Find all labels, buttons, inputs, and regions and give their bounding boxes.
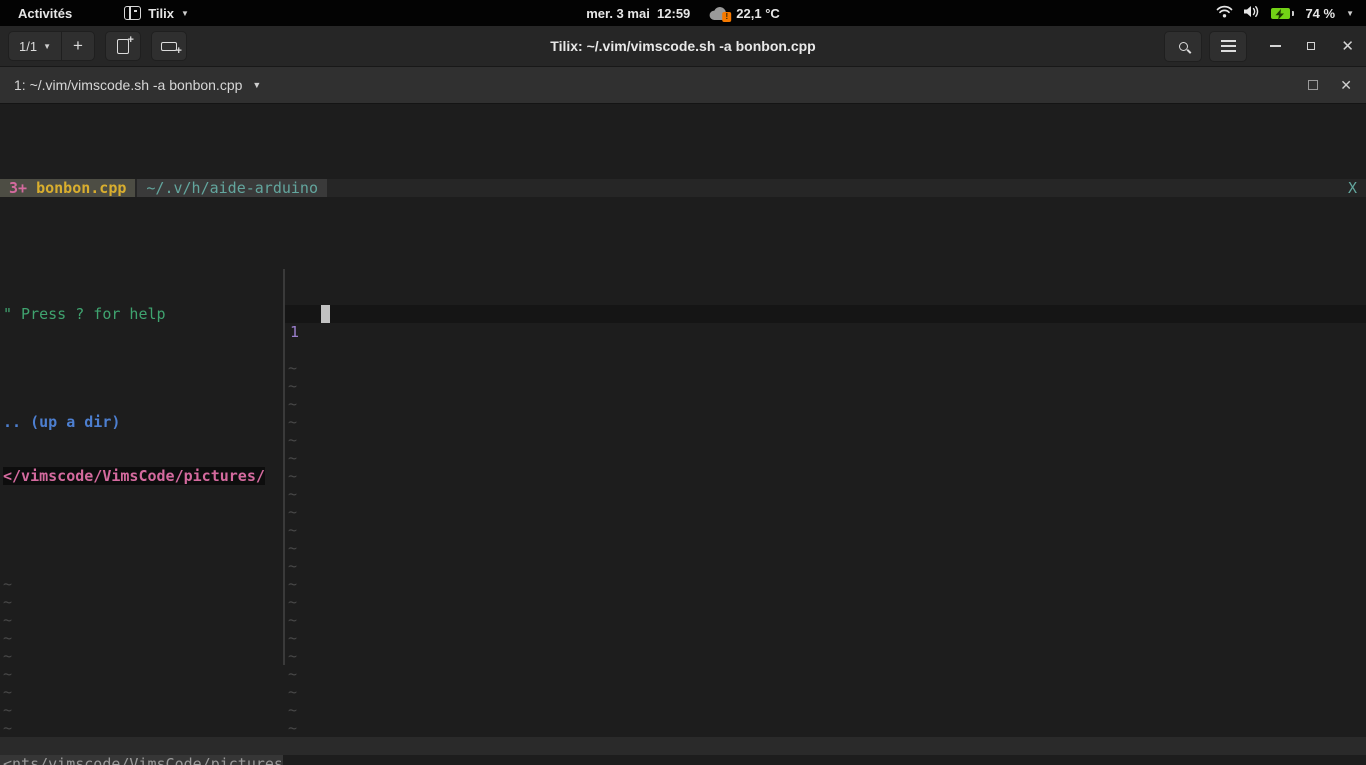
tilde-row: ~ xyxy=(285,557,1366,575)
window-title: Tilix: ~/.vim/vimscode.sh -a bonbon.cpp xyxy=(550,38,815,54)
hamburger-icon xyxy=(1221,40,1236,52)
search-button[interactable] xyxy=(1164,31,1202,62)
tilde-row: ~ xyxy=(285,629,1366,647)
weather-indicator[interactable]: ! 22,1 °C xyxy=(708,6,780,21)
maximize-button[interactable] xyxy=(1307,42,1315,50)
system-menu-chevron-icon: ▼ xyxy=(1346,9,1354,18)
tilde-row: ~ xyxy=(285,539,1366,557)
tab-filename: bonbon.cpp xyxy=(36,179,126,197)
search-icon xyxy=(1179,42,1188,51)
editor-pane[interactable]: 1 ~~~~~~~~~~~~~~~~~~~~~ xyxy=(285,269,1366,665)
tab-modified-flag: 3+ xyxy=(9,179,36,197)
tilix-headerbar: 1/1 ▼ + + + Tilix: ~/.vim/vimscode.sh -a… xyxy=(0,26,1366,67)
text-cursor xyxy=(321,305,330,323)
tabline-fill xyxy=(327,179,1348,197)
tilde-row: ~ xyxy=(285,719,1366,737)
tilde-row: ~ xyxy=(0,665,283,683)
tilde-row: ~ xyxy=(285,593,1366,611)
line-number: 1 xyxy=(290,323,299,341)
tilde-row: ~ xyxy=(0,647,283,665)
tilde-row: ~ xyxy=(285,485,1366,503)
app-menu-label: Tilix xyxy=(148,6,174,21)
main-menu-button[interactable] xyxy=(1209,31,1247,62)
nerdtree-up-dir[interactable]: .. (up a dir) xyxy=(0,413,283,431)
tilde-row: ~ xyxy=(0,575,283,593)
system-status-area[interactable]: 74 % ▼ xyxy=(1216,0,1366,26)
pane-close-button[interactable]: ✕ xyxy=(1340,77,1352,94)
session-bar: 1: ~/.vim/vimscode.sh -a bonbon.cpp ▼ ✕ xyxy=(0,67,1366,104)
wifi-icon xyxy=(1216,5,1233,21)
session-counter-dropdown[interactable]: 1/1 ▼ xyxy=(9,32,61,60)
vim-tab-active[interactable]: 3+ bonbon.cpp xyxy=(0,179,135,197)
session-counter-label: 1/1 xyxy=(19,39,37,54)
statusline-nerdtree-path: <nts/vimscode/VimsCode/pictures xyxy=(0,755,283,765)
new-session-icon: + xyxy=(117,39,129,54)
terminal-view[interactable]: 3+ bonbon.cpp ~/.v/h/aide-arduino X " Pr… xyxy=(0,104,1366,765)
tilde-row: ~ xyxy=(285,431,1366,449)
temperature-label: 22,1 °C xyxy=(736,6,780,21)
cloud-icon: ! xyxy=(708,6,730,21)
tilde-row: ~ xyxy=(0,719,283,737)
battery-icon xyxy=(1271,8,1294,19)
battery-percent-label: 74 % xyxy=(1305,6,1335,21)
tilde-row: ~ xyxy=(0,701,283,719)
session-switcher-group: 1/1 ▼ + xyxy=(8,31,95,61)
vim-windows: " Press ? for help .. (up a dir) </vimsc… xyxy=(0,269,1366,665)
tilde-row: ~ xyxy=(285,449,1366,467)
nerdtree-help-line: " Press ? for help xyxy=(0,305,283,323)
tilde-row: ~ xyxy=(0,683,283,701)
close-button[interactable]: ✕ xyxy=(1341,39,1354,54)
tilde-row: ~ xyxy=(285,611,1366,629)
add-session-button[interactable]: + xyxy=(62,36,94,56)
weather-warning-icon: ! xyxy=(722,12,731,22)
tilde-row: ~ xyxy=(285,377,1366,395)
new-session-button[interactable]: + xyxy=(105,31,141,61)
gnome-top-bar: Activités Tilix ▼ mer. 3 mai 12:59 ! 22,… xyxy=(0,0,1366,26)
nerdtree-pane[interactable]: " Press ? for help .. (up a dir) </vimsc… xyxy=(0,269,283,665)
tilde-row: ~ xyxy=(285,665,1366,683)
tilde-row: ~ xyxy=(285,467,1366,485)
volume-icon xyxy=(1244,5,1260,21)
nerdtree-blank-line xyxy=(0,521,283,539)
tilde-row: ~ xyxy=(285,521,1366,539)
new-window-button[interactable]: + xyxy=(151,31,187,61)
tilde-row: ~ xyxy=(285,413,1366,431)
tilde-row: ~ xyxy=(285,647,1366,665)
tabline-close-button[interactable]: X xyxy=(1348,179,1366,197)
tilde-row: ~ xyxy=(0,629,283,647)
pane-maximize-button[interactable] xyxy=(1308,80,1318,90)
minimize-button[interactable] xyxy=(1270,45,1281,47)
editor-tildes: ~~~~~~~~~~~~~~~~~~~~~ xyxy=(285,359,1366,737)
chevron-down-icon: ▼ xyxy=(43,42,51,51)
vim-statusline: <nts/vimscode/VimsCode/pictures bonbon.c… xyxy=(0,737,1366,755)
nerdtree-root-path[interactable]: </vimscode/VimsCode/pictures/ xyxy=(0,467,283,485)
editor-cursorline: 1 xyxy=(285,305,1366,323)
tilde-row: ~ xyxy=(285,395,1366,413)
tilde-row: ~ xyxy=(285,575,1366,593)
activities-button[interactable]: Activités xyxy=(14,6,76,21)
session-title[interactable]: 1: ~/.vim/vimscode.sh -a bonbon.cpp xyxy=(14,77,242,93)
app-menu-button[interactable]: Tilix ▼ xyxy=(124,6,189,21)
tilde-row: ~ xyxy=(285,359,1366,377)
tilde-row: ~ xyxy=(0,593,283,611)
vim-tabline: 3+ bonbon.cpp ~/.v/h/aide-arduino X xyxy=(0,179,1366,197)
new-window-icon: + xyxy=(161,42,177,51)
clock-button[interactable]: mer. 3 mai 12:59 xyxy=(586,6,690,21)
session-title-chevron-icon[interactable]: ▼ xyxy=(252,80,261,90)
tilde-row: ~ xyxy=(285,683,1366,701)
vim-tab-inactive[interactable]: ~/.v/h/aide-arduino xyxy=(137,179,327,197)
tilde-row: ~ xyxy=(285,503,1366,521)
tilde-row: ~ xyxy=(285,701,1366,719)
chevron-down-icon: ▼ xyxy=(181,9,189,18)
nerdtree-blank-line xyxy=(0,359,283,377)
tilix-app-icon xyxy=(124,6,141,20)
tilde-row: ~ xyxy=(0,611,283,629)
